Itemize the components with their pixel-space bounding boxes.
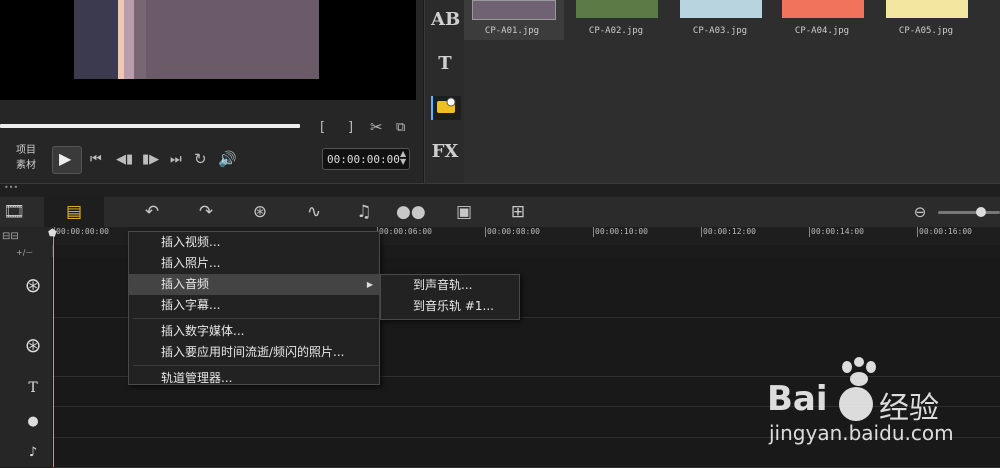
playhead[interactable] — [53, 232, 54, 467]
ruler-tick: 00:00:12:00 — [701, 227, 756, 237]
subtitle-editor-icon[interactable]: ▣ — [450, 201, 478, 223]
menu-item-insert-timelapse[interactable]: 插入要应用时间流逝/频闪的照片... — [129, 342, 379, 363]
ruler-tick: 00:00:10:00 — [593, 227, 648, 237]
next-frame-icon[interactable]: ▮▶ — [142, 152, 159, 167]
thumb-caption: CP-A02.jpg — [588, 26, 644, 36]
thumb-caption: CP-A01.jpg — [484, 26, 540, 36]
media-folder-icon — [437, 97, 456, 113]
media-icon[interactable] — [431, 96, 461, 120]
scrub-bar[interactable] — [0, 124, 300, 128]
music-track-icon: ♪ — [28, 445, 38, 460]
thumb-image — [886, 0, 968, 18]
watermark: Bai 经验 jingyan.baidu.com — [767, 357, 1000, 467]
library-thumb[interactable]: CP-A03.jpg — [672, 0, 768, 40]
menu-item-label: 插入音频 — [161, 277, 210, 291]
multi-camera-icon[interactable]: ⊞ — [504, 201, 532, 223]
ruler-tick: 00:00:00:00 — [54, 227, 109, 237]
title-track-icon: T — [28, 380, 38, 396]
track-manager-icon[interactable]: ⊟⊟ — [2, 231, 19, 242]
copy-icon[interactable]: ⧉ — [396, 120, 405, 135]
menu-separator — [133, 318, 379, 319]
library-thumb[interactable]: CP-A02.jpg — [568, 0, 664, 40]
library-side-toolbar: AB T FX — [424, 0, 465, 183]
ruler-hidden-label[interactable]: +∕－ — [16, 247, 33, 258]
record-capture-icon[interactable]: ⊛ — [246, 201, 274, 223]
menu-item-insert-photo[interactable]: 插入照片... — [129, 253, 379, 274]
storyboard-view-icon[interactable]: 🎞 — [0, 201, 28, 223]
library-thumb[interactable]: CP-A05.jpg — [878, 0, 974, 40]
prev-frame-icon[interactable]: ◀▮ — [116, 152, 133, 167]
library-thumb[interactable]: CP-A04.jpg — [774, 0, 870, 40]
context-menu: 插入视频... 插入照片... 插入音频 ▶ 插入字幕... 插入数字媒体...… — [128, 231, 380, 385]
undo-icon[interactable]: ↶ — [138, 201, 166, 223]
thumb-caption: CP-A05.jpg — [898, 26, 954, 36]
mode-clip-label[interactable]: 素材 — [16, 158, 46, 173]
panel-divider[interactable]: ••• — [0, 183, 1000, 198]
motion-tracking-icon[interactable]: ●● — [396, 201, 426, 223]
timeline-toolbar: 🎞 ▤ ↶ ↷ ⊛ ∿ ♫ ●● ▣ ⊞ ⊖ — [0, 197, 1000, 228]
preview-image — [74, 0, 319, 79]
ruler-tick: 00:00:08:00 — [485, 227, 540, 237]
watermark-brand: Bai — [767, 379, 828, 419]
timecode-stepper-icon[interactable]: ▲ ▼ — [400, 150, 406, 166]
title-ab-icon[interactable]: AB — [431, 8, 460, 32]
sound-mixer-icon[interactable]: ∿ — [300, 201, 328, 223]
library-panel: CP-A01.jpg CP-A02.jpg CP-A03.jpg CP-A04.… — [464, 0, 1000, 183]
ruler-tick: 00:00:16:00 — [917, 227, 972, 237]
overlay-track-icon: ⊛ — [24, 333, 42, 357]
playhead-handle-icon[interactable]: ⬟ — [48, 228, 57, 239]
ruler-tick: 00:00:06:00 — [377, 227, 432, 237]
track-header-column: ⊟⊟ +∕－ ⊛ ⊛ T ● ♪ — [0, 227, 53, 467]
home-icon[interactable]: ⏮ — [90, 152, 102, 167]
mode-labels: 项目 素材 — [16, 143, 46, 173]
thumb-image — [782, 0, 864, 18]
redo-icon[interactable]: ↷ — [192, 201, 220, 223]
fx-icon[interactable]: FX — [431, 140, 459, 164]
watermark-url: jingyan.baidu.com — [769, 421, 954, 445]
menu-item-track-manager[interactable]: 轨道管理器... — [129, 368, 379, 389]
thumb-image — [472, 0, 556, 20]
preview-screen — [0, 0, 416, 100]
repeat-icon[interactable]: ↻ — [194, 150, 207, 168]
play-button[interactable]: ▶ — [52, 146, 82, 174]
timeline-view-icon: ▤ — [65, 202, 83, 222]
submenu-item-voice-track[interactable]: 到声音轨... — [381, 275, 519, 296]
cut-icon[interactable]: ✂ — [370, 118, 383, 136]
thumb-caption: CP-A04.jpg — [794, 26, 850, 36]
volume-icon[interactable]: 🔊 — [218, 150, 237, 168]
thumb-image — [680, 0, 762, 18]
timeline-view-button[interactable]: ▤ — [44, 197, 104, 227]
audio-submenu: 到声音轨... 到音乐轨 #1... — [380, 274, 520, 320]
menu-separator — [133, 365, 379, 366]
video-track-icon: ⊛ — [24, 273, 42, 297]
menu-item-insert-video[interactable]: 插入视频... — [129, 232, 379, 253]
thumb-image — [576, 0, 658, 18]
menu-item-insert-audio[interactable]: 插入音频 ▶ — [129, 274, 379, 295]
end-icon[interactable]: ⏭ — [170, 152, 182, 167]
grip-icon: ••• — [4, 183, 19, 192]
paw-logo-icon — [842, 357, 876, 386]
zoom-slider-knob[interactable] — [976, 207, 986, 217]
zoom-out-icon[interactable]: ⊖ — [906, 201, 934, 223]
preview-panel: [ ] ✂ ⧉ 项目 素材 ▶ ⏮ ◀▮ ▮▶ ⏭ ↻ 🔊 00:00:00:0… — [0, 0, 423, 183]
timecode-field[interactable]: 00:00:00:00 — [322, 148, 410, 170]
menu-item-insert-subtitle[interactable]: 插入字幕... — [129, 295, 379, 316]
mark-in-icon[interactable]: [ — [320, 120, 325, 135]
zoom-slider[interactable] — [938, 211, 1000, 214]
mark-out-icon[interactable]: ] — [348, 120, 353, 135]
submenu-item-music-track[interactable]: 到音乐轨 #1... — [381, 296, 519, 317]
watermark-du-icon — [839, 387, 873, 421]
menu-item-insert-digital-media[interactable]: 插入数字媒体... — [129, 321, 379, 342]
thumb-caption: CP-A03.jpg — [692, 26, 748, 36]
text-icon[interactable]: T — [431, 52, 459, 76]
auto-music-icon[interactable]: ♫ — [350, 201, 378, 223]
play-icon: ▶ — [59, 149, 72, 168]
mode-project-label[interactable]: 项目 — [16, 143, 46, 158]
ruler-tick: 00:00:14:00 — [809, 227, 864, 237]
library-thumb[interactable]: CP-A01.jpg — [464, 0, 564, 40]
voice-track-icon: ● — [27, 414, 39, 429]
submenu-arrow-icon: ▶ — [366, 280, 373, 289]
